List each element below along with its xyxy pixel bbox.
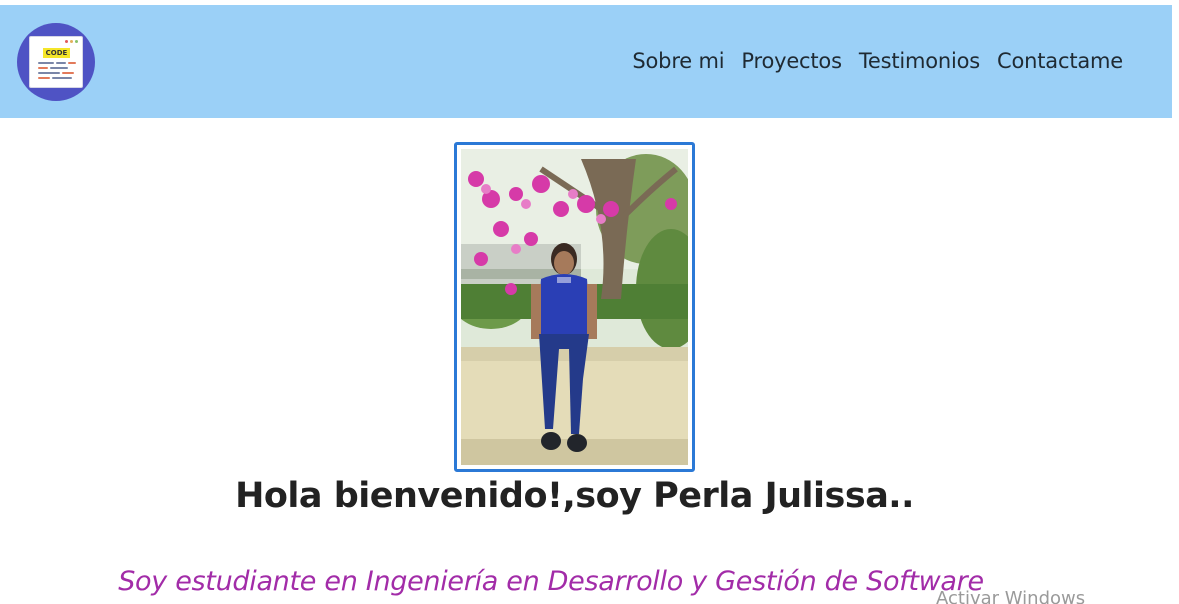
main-nav: Sobre mi Proyectos Testimonios Contactam… [632,49,1123,73]
page: CODE Sobre mi Proyectos Testimonios Cont… [0,0,1179,604]
nav-link-sobre-mi[interactable]: Sobre mi [632,49,724,73]
profile-photo-frame [454,142,695,472]
code-window-icon: CODE [29,36,83,88]
profile-photo [461,149,688,465]
hero-greeting: Hola bienvenido!,soy Perla Julissa.. [235,476,914,516]
nav-link-testimonios[interactable]: Testimonios [859,49,980,73]
nav-link-proyectos[interactable]: Proyectos [741,49,842,73]
brand-logo[interactable]: CODE [17,23,95,101]
navbar: CODE Sobre mi Proyectos Testimonios Cont… [0,5,1172,118]
logo-code-label: CODE [43,48,70,58]
nav-link-contactame[interactable]: Contactame [997,49,1123,73]
windows-activation-watermark: Activar Windows [936,588,1086,604]
